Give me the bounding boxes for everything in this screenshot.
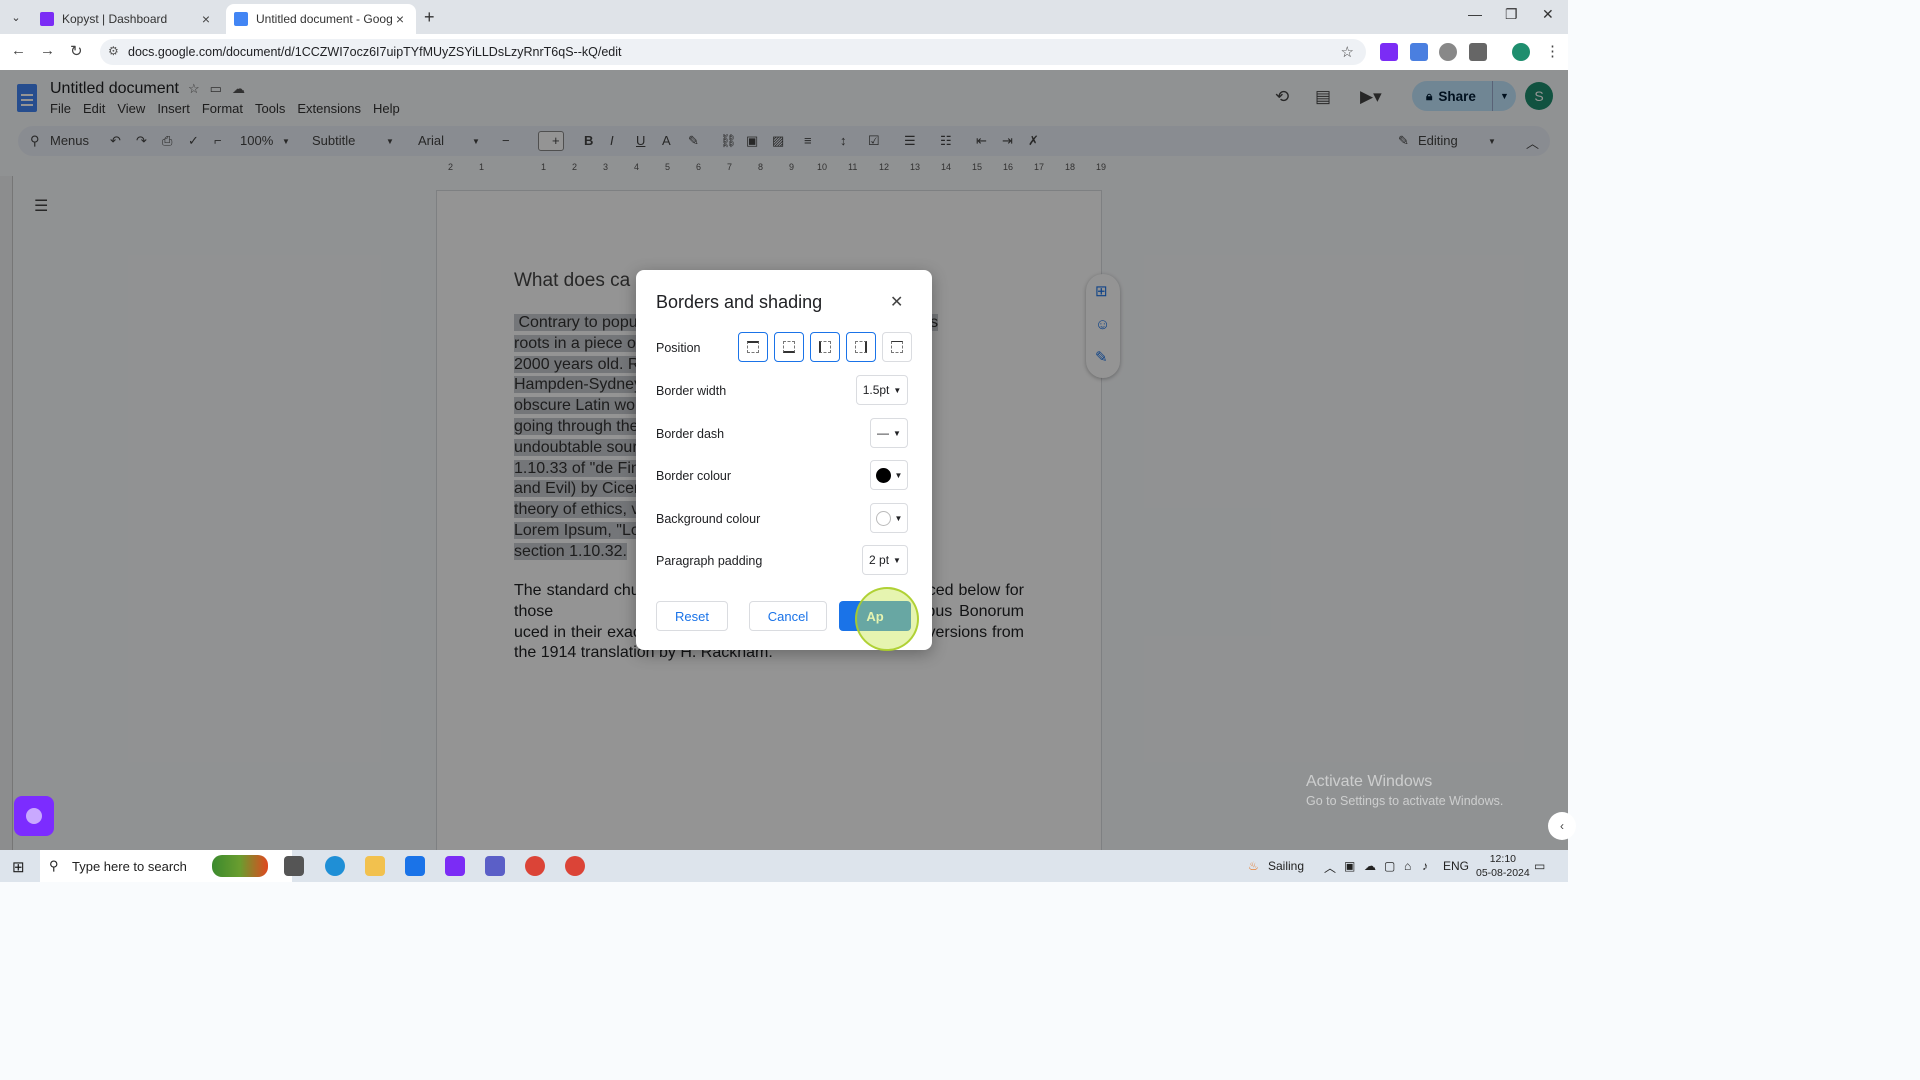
tab-search-icon[interactable]: ⌄: [6, 7, 26, 27]
address-bar[interactable]: ⚙ docs.google.com/document/d/1CCZWI7ocz6…: [100, 39, 1366, 65]
border-dash-select[interactable]: — ▼: [870, 418, 908, 448]
weather-text[interactable]: Sailing: [1268, 859, 1304, 873]
profile-avatar[interactable]: [1512, 43, 1530, 61]
tab-docs[interactable]: Untitled document - Google Do ×: [226, 4, 416, 34]
chrome-icon[interactable]: [565, 856, 585, 876]
browser-toolbar: ← → ↻ ⚙ docs.google.com/document/d/1CCZW…: [0, 34, 1568, 70]
vegetables-icon: [212, 855, 268, 877]
border-colour-label: Border colour: [656, 469, 732, 483]
show-hidden-icons-icon[interactable]: ︿: [1324, 859, 1336, 876]
chevron-down-icon: ▼: [893, 555, 901, 565]
position-label: Position: [656, 341, 701, 355]
puzzle-extensions-icon[interactable]: [1469, 43, 1487, 61]
dialog-title: Borders and shading: [656, 292, 823, 312]
tab-title: Kopyst | Dashboard: [62, 12, 168, 26]
border-between-button[interactable]: [882, 332, 912, 362]
paragraph-padding-label: Paragraph padding: [656, 554, 763, 568]
activate-windows-title: Activate Windows: [1306, 773, 1433, 790]
language-indicator[interactable]: ENG: [1443, 859, 1469, 873]
border-bottom-button[interactable]: [774, 332, 804, 362]
border-right-button[interactable]: [846, 332, 876, 362]
file-explorer-icon[interactable]: [365, 856, 385, 876]
clock-time: 12:10: [1489, 853, 1516, 865]
background-colour-select[interactable]: ▼: [870, 503, 908, 533]
border-top-icon: [747, 341, 759, 353]
url-text: docs.google.com/document/d/1CCZWI7ocz6I7…: [128, 45, 622, 59]
taskbar-search[interactable]: ⚲ Type here to search: [40, 850, 292, 882]
tab-title: Untitled document - Google Do: [256, 12, 392, 26]
new-tab-icon[interactable]: +: [424, 7, 435, 28]
notifications-icon[interactable]: ▭: [1534, 859, 1545, 873]
volume-icon[interactable]: ♪: [1422, 859, 1428, 873]
tab-kopyst[interactable]: Kopyst | Dashboard ×: [32, 4, 222, 34]
reload-icon[interactable]: ↻: [70, 42, 83, 60]
border-top-button[interactable]: [738, 332, 768, 362]
bookmark-star-icon[interactable]: ☆: [1341, 43, 1354, 61]
extension-icon[interactable]: [1410, 43, 1428, 61]
click-indicator: [855, 587, 919, 651]
kopyst-recorder-button[interactable]: [14, 796, 54, 836]
chevron-down-icon: ▼: [893, 385, 902, 395]
chrome-icon[interactable]: [525, 856, 545, 876]
mail-icon[interactable]: [405, 856, 425, 876]
extension-icon[interactable]: [1439, 43, 1457, 61]
chevron-down-icon: ▼: [894, 513, 903, 523]
chevron-down-icon: ▼: [894, 470, 903, 480]
cancel-button[interactable]: Cancel: [749, 601, 827, 631]
border-width-label: Border width: [656, 384, 727, 398]
border-right-icon: [855, 341, 867, 353]
clock-date: 05-08-2024: [1476, 867, 1530, 879]
border-width-select[interactable]: 1.5pt ▼: [856, 375, 908, 405]
restore-icon[interactable]: ❐: [1505, 6, 1518, 23]
reset-button[interactable]: Reset: [656, 601, 728, 631]
close-icon[interactable]: ✕: [890, 292, 903, 312]
border-colour-swatch: [875, 467, 891, 483]
teams-tray-icon[interactable]: ▣: [1344, 859, 1355, 873]
background-colour-label: Background colour: [656, 512, 761, 526]
kopyst-icon: [40, 12, 54, 26]
back-icon[interactable]: ←: [11, 42, 26, 59]
activate-windows-subtitle: Go to Settings to activate Windows.: [1306, 794, 1504, 808]
docs-icon: [234, 12, 248, 26]
tray-app-icon[interactable]: ▢: [1384, 859, 1395, 873]
task-view-icon[interactable]: [284, 856, 304, 876]
close-tab-icon[interactable]: ×: [198, 11, 214, 27]
border-left-icon: [819, 341, 831, 353]
position-buttons: [738, 332, 912, 362]
chevron-down-icon: ▼: [893, 428, 901, 438]
more-menu-icon[interactable]: ⋮: [1545, 42, 1560, 60]
browser-tabstrip: ⌄ Kopyst | Dashboard × Untitled document…: [0, 0, 1568, 34]
side-panel-toggle-icon[interactable]: ‹: [1548, 812, 1576, 840]
border-dash-value: —: [877, 426, 890, 440]
close-tab-icon[interactable]: ×: [392, 11, 408, 27]
search-icon: ⚲: [49, 858, 59, 873]
windows-taskbar: ⊞ ⚲ Type here to search ♨ Sailing ︿ ▣ ☁ …: [0, 850, 1568, 882]
close-window-icon[interactable]: ✕: [1542, 6, 1554, 23]
background-colour-swatch: [875, 510, 891, 526]
search-placeholder: Type here to search: [72, 858, 187, 874]
clock[interactable]: 12:10 05-08-2024: [1476, 852, 1530, 880]
border-colour-select[interactable]: ▼: [870, 460, 908, 490]
kopyst-extension-icon[interactable]: [1380, 43, 1398, 61]
border-width-value: 1.5pt: [862, 383, 890, 397]
border-left-button[interactable]: [810, 332, 840, 362]
cloud-tray-icon[interactable]: ☁: [1364, 859, 1376, 873]
border-bottom-icon: [783, 341, 795, 353]
paragraph-padding-value: 2 pt: [869, 553, 890, 567]
border-dash-label: Border dash: [656, 427, 725, 441]
border-between-icon: [891, 341, 903, 353]
forward-icon[interactable]: →: [40, 42, 55, 59]
minimize-icon[interactable]: —: [1468, 6, 1482, 22]
windows-start-icon[interactable]: ⊞: [12, 858, 25, 876]
kopyst-app-icon[interactable]: [445, 856, 465, 876]
edge-icon[interactable]: [325, 856, 345, 876]
record-icon: [26, 808, 42, 824]
site-info-icon[interactable]: ⚙: [108, 44, 119, 58]
weather-icon: ♨: [1248, 859, 1259, 873]
paragraph-padding-select[interactable]: 2 pt ▼: [862, 545, 908, 575]
network-icon[interactable]: ⌂: [1404, 859, 1411, 873]
teams-icon[interactable]: [485, 856, 505, 876]
